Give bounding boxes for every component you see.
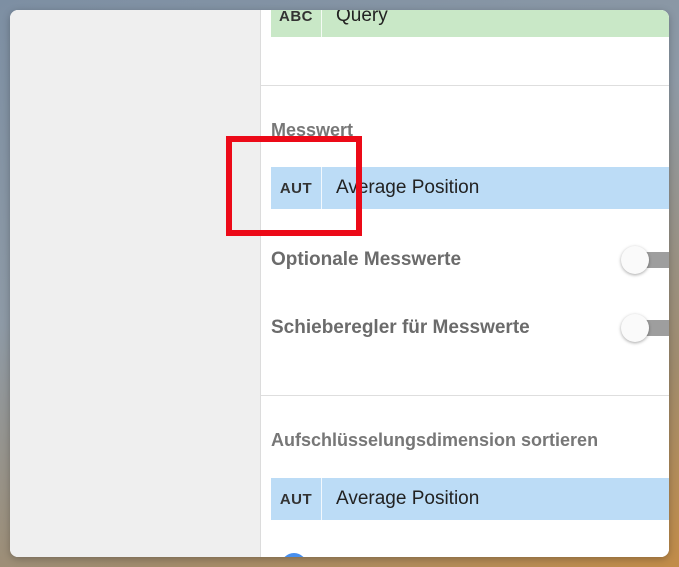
metric-slider-label: Schieberegler für Messwerte [271, 317, 530, 338]
dimension-type-badge: ABC [271, 10, 322, 37]
sort-metric-chip[interactable]: AUT Average Position [271, 478, 669, 520]
sort-order-radio-icon[interactable] [281, 553, 307, 557]
toggle-thumb [621, 246, 649, 274]
metric-slider-toggle[interactable] [621, 314, 669, 342]
toggle-thumb [621, 314, 649, 342]
annotation-highlight-box [226, 136, 362, 236]
optional-metrics-label: Optionale Messwerte [271, 249, 462, 270]
sort-metric-chip-label: Average Position [336, 488, 480, 509]
optional-metrics-toggle[interactable] [621, 246, 669, 274]
editor-window: ABC Query Messwert AUT Average Position … [10, 10, 669, 557]
properties-panel: ABC Query Messwert AUT Average Position … [261, 10, 669, 557]
sort-metric-type-badge: AUT [271, 478, 322, 520]
dimension-chip[interactable]: ABC Query [271, 10, 669, 37]
sort-section-title: Aufschlüsselungsdimension sortieren [271, 430, 599, 450]
report-canvas-pane [10, 10, 261, 557]
section-divider [261, 85, 669, 86]
dimension-chip-label: Query [336, 10, 388, 26]
section-divider [261, 395, 669, 396]
